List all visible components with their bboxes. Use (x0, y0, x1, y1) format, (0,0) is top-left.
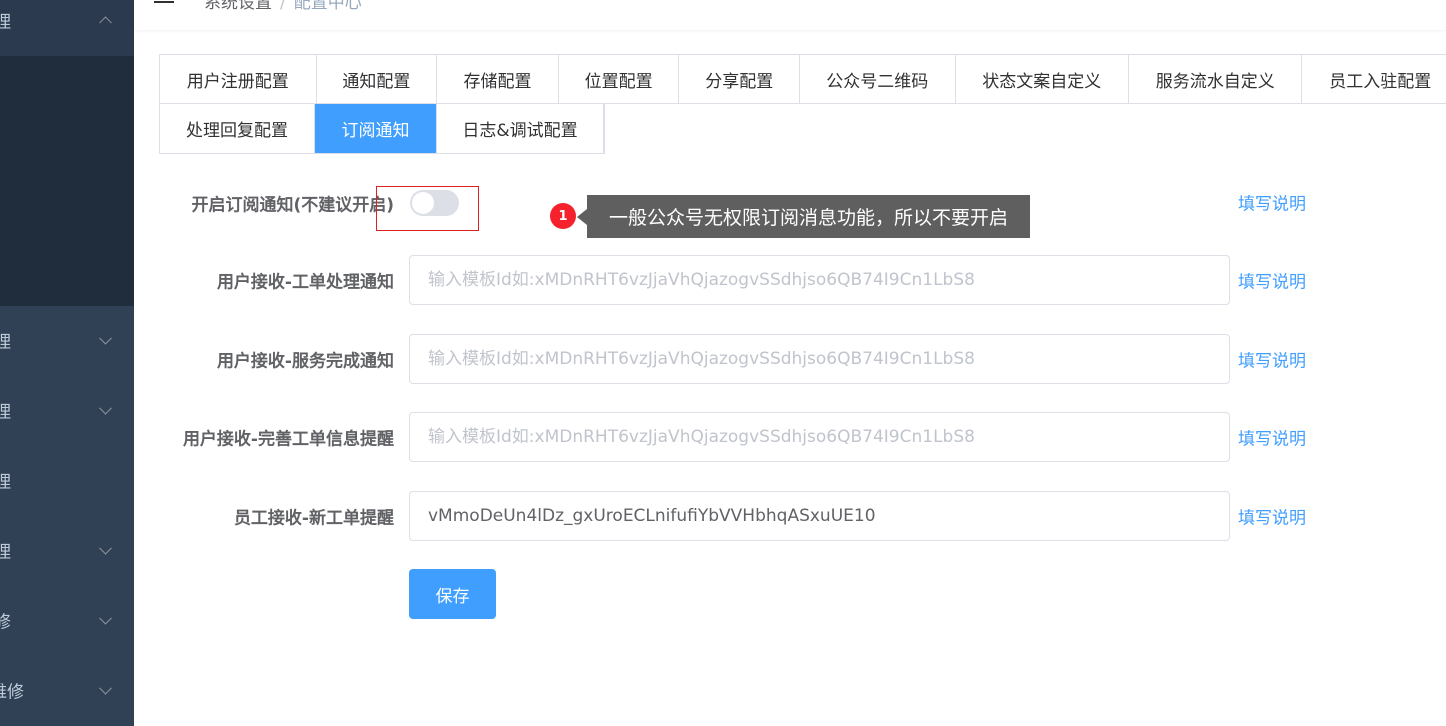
navbar: 系统设置 / 配置中心 (134, 0, 1446, 30)
sidebar-item-5[interactable]: 修 (0, 592, 134, 648)
help-link[interactable]: 填写说明 (1238, 425, 1306, 450)
step-badge: 1 (550, 203, 576, 229)
chevron-down-icon (99, 331, 112, 345)
tab-qrcode[interactable]: 公众号二维码 (800, 55, 956, 103)
tab-log-debug[interactable]: 日志&调试配置 (437, 104, 604, 153)
template-id-input[interactable] (409, 255, 1230, 305)
tab-user-register[interactable]: 用户注册配置 (160, 55, 317, 103)
breadcrumb-current: 配置中心 (293, 0, 362, 13)
sidebar-item-4[interactable]: 理 (0, 522, 134, 578)
chevron-down-icon (99, 681, 112, 695)
tab-notify[interactable]: 通知配置 (317, 55, 438, 103)
sidebar-item-label: 理 (0, 542, 11, 563)
sidebar-item-2[interactable]: 理 (0, 382, 134, 438)
tab-subscribe[interactable]: 订阅通知 (315, 104, 437, 153)
tab-staff-join[interactable]: 员工入驻配置 (1302, 55, 1446, 103)
help-link[interactable]: 填写说明 (1238, 190, 1306, 215)
chevron-down-icon (99, 611, 112, 625)
chevron-down-icon (99, 401, 112, 415)
field-label: 用户接收-服务完成通知 (216, 351, 394, 372)
field-label: 用户接收-工单处理通知 (216, 272, 394, 293)
sidebar-item-1[interactable]: 理 (0, 312, 134, 368)
tab-row-2: 处理回复配置 订阅通知 日志&调试配置 (159, 104, 605, 154)
sidebar-item-label: 理 (0, 402, 11, 423)
sidebar: 理 理 理 理 理 修 维修 (0, 0, 134, 726)
breadcrumb: 系统设置 / 配置中心 (204, 0, 362, 13)
form-row: 用户接收-工单处理通知 填写说明 (159, 255, 1339, 305)
help-link[interactable]: 填写说明 (1238, 504, 1306, 529)
form-row: 用户接收-服务完成通知 填写说明 (159, 334, 1339, 384)
tab-status-text[interactable]: 状态文案自定义 (956, 55, 1129, 103)
tab-row-1: 用户注册配置 通知配置 存储配置 位置配置 分享配置 公众号二维码 状态文案自定… (159, 54, 1446, 104)
highlight-box (376, 186, 479, 231)
config-tabs: 用户注册配置 通知配置 存储配置 位置配置 分享配置 公众号二维码 状态文案自定… (159, 54, 1446, 154)
tab-service-flow[interactable]: 服务流水自定义 (1129, 55, 1303, 103)
breadcrumb-item[interactable]: 系统设置 (204, 0, 272, 13)
tooltip-arrow (577, 209, 587, 225)
tab-storage[interactable]: 存储配置 (437, 55, 559, 103)
sidebar-item-6[interactable]: 维修 (0, 662, 134, 718)
sidebar-item-label: 维修 (0, 682, 24, 703)
help-link[interactable]: 填写说明 (1238, 347, 1306, 372)
sidebar-submenu-area (0, 56, 134, 306)
template-id-input[interactable] (409, 491, 1230, 541)
sidebar-item-label: 理 (0, 12, 11, 33)
form-row: 员工接收-新工单提醒 填写说明 (159, 491, 1339, 541)
chevron-down-icon (99, 541, 112, 555)
help-link[interactable]: 填写说明 (1238, 268, 1306, 293)
sidebar-item-label: 修 (0, 612, 11, 633)
sidebar-item-label: 理 (0, 332, 11, 353)
tab-reply[interactable]: 处理回复配置 (160, 104, 315, 153)
tab-share[interactable]: 分享配置 (679, 55, 801, 103)
switch-label: 开启订阅通知(不建议开启) (191, 195, 394, 216)
sidebar-item-label: 理 (0, 472, 11, 493)
form-row: 用户接收-完善工单信息提醒 填写说明 (159, 412, 1339, 462)
template-id-input[interactable] (409, 334, 1230, 384)
hamburger-icon[interactable] (154, 0, 174, 5)
template-id-input[interactable] (409, 412, 1230, 462)
tooltip: 一般公众号无权限订阅消息功能，所以不要开启 (587, 195, 1030, 238)
tab-location[interactable]: 位置配置 (559, 55, 680, 103)
field-label: 用户接收-完善工单信息提醒 (182, 429, 394, 450)
sidebar-item-3[interactable]: 理 (0, 452, 134, 508)
breadcrumb-separator: / (280, 0, 286, 13)
field-label: 员工接收-新工单提醒 (233, 508, 394, 529)
chevron-up-icon (99, 16, 112, 30)
sidebar-item-0[interactable]: 理 (0, 0, 134, 48)
save-button[interactable]: 保存 (409, 569, 496, 619)
